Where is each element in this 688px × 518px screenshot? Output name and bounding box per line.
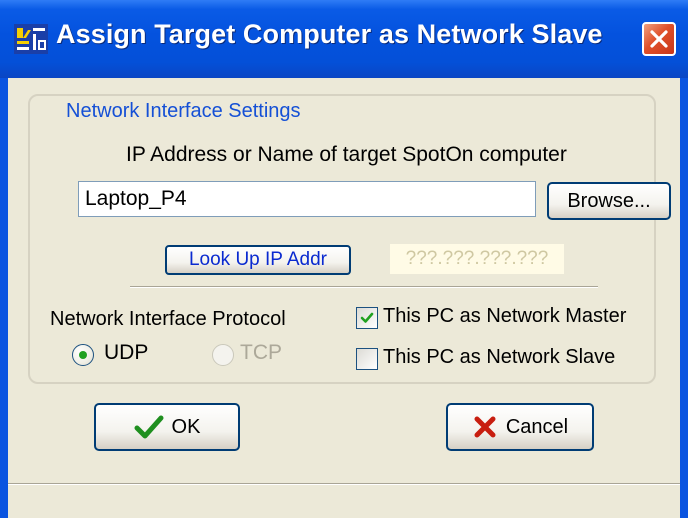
group-legend: Network Interface Settings <box>60 100 307 123</box>
checkmark-icon <box>360 312 374 323</box>
separator-line <box>130 286 598 288</box>
title-bar[interactable]: Assign Target Computer as Network Slave <box>0 0 688 78</box>
network-master-label: This PC as Network Master <box>383 305 627 327</box>
udp-radio[interactable] <box>72 344 94 366</box>
protocol-label: Network Interface Protocol <box>50 308 286 330</box>
dialog-window: Assign Target Computer as Network Slave … <box>0 0 688 518</box>
ip-prompt-label: IP Address or Name of target SpotOn comp… <box>126 143 567 166</box>
ok-button[interactable]: OK <box>94 403 240 451</box>
udp-label: UDP <box>104 341 149 364</box>
cancel-button[interactable]: Cancel <box>446 403 594 451</box>
spoton-app-icon <box>14 24 48 54</box>
network-settings-group: Network Interface Settings IP Address or… <box>28 94 671 384</box>
ok-label: OK <box>171 415 201 438</box>
window-title: Assign Target Computer as Network Slave <box>56 19 603 49</box>
checkmark-icon <box>134 415 164 439</box>
status-bar-highlight <box>8 484 680 485</box>
status-bar <box>8 483 680 518</box>
target-computer-input[interactable] <box>78 181 536 217</box>
tcp-radio[interactable] <box>212 344 234 366</box>
close-icon <box>650 30 668 48</box>
network-master-checkbox[interactable] <box>356 307 378 329</box>
dialog-client-area: Network Interface Settings IP Address or… <box>8 78 680 518</box>
x-mark-icon <box>474 416 496 438</box>
close-button[interactable] <box>642 22 676 56</box>
network-slave-checkbox[interactable] <box>356 348 378 370</box>
radio-selected-dot <box>79 351 87 359</box>
network-slave-label: This PC as Network Slave <box>383 346 616 368</box>
cancel-label: Cancel <box>505 415 569 438</box>
lookup-ip-button[interactable]: Look Up IP Addr <box>165 245 351 275</box>
browse-button[interactable]: Browse... <box>547 182 671 220</box>
tcp-label: TCP <box>240 341 282 364</box>
ip-address-display: ???.???.???.??? <box>390 244 564 274</box>
